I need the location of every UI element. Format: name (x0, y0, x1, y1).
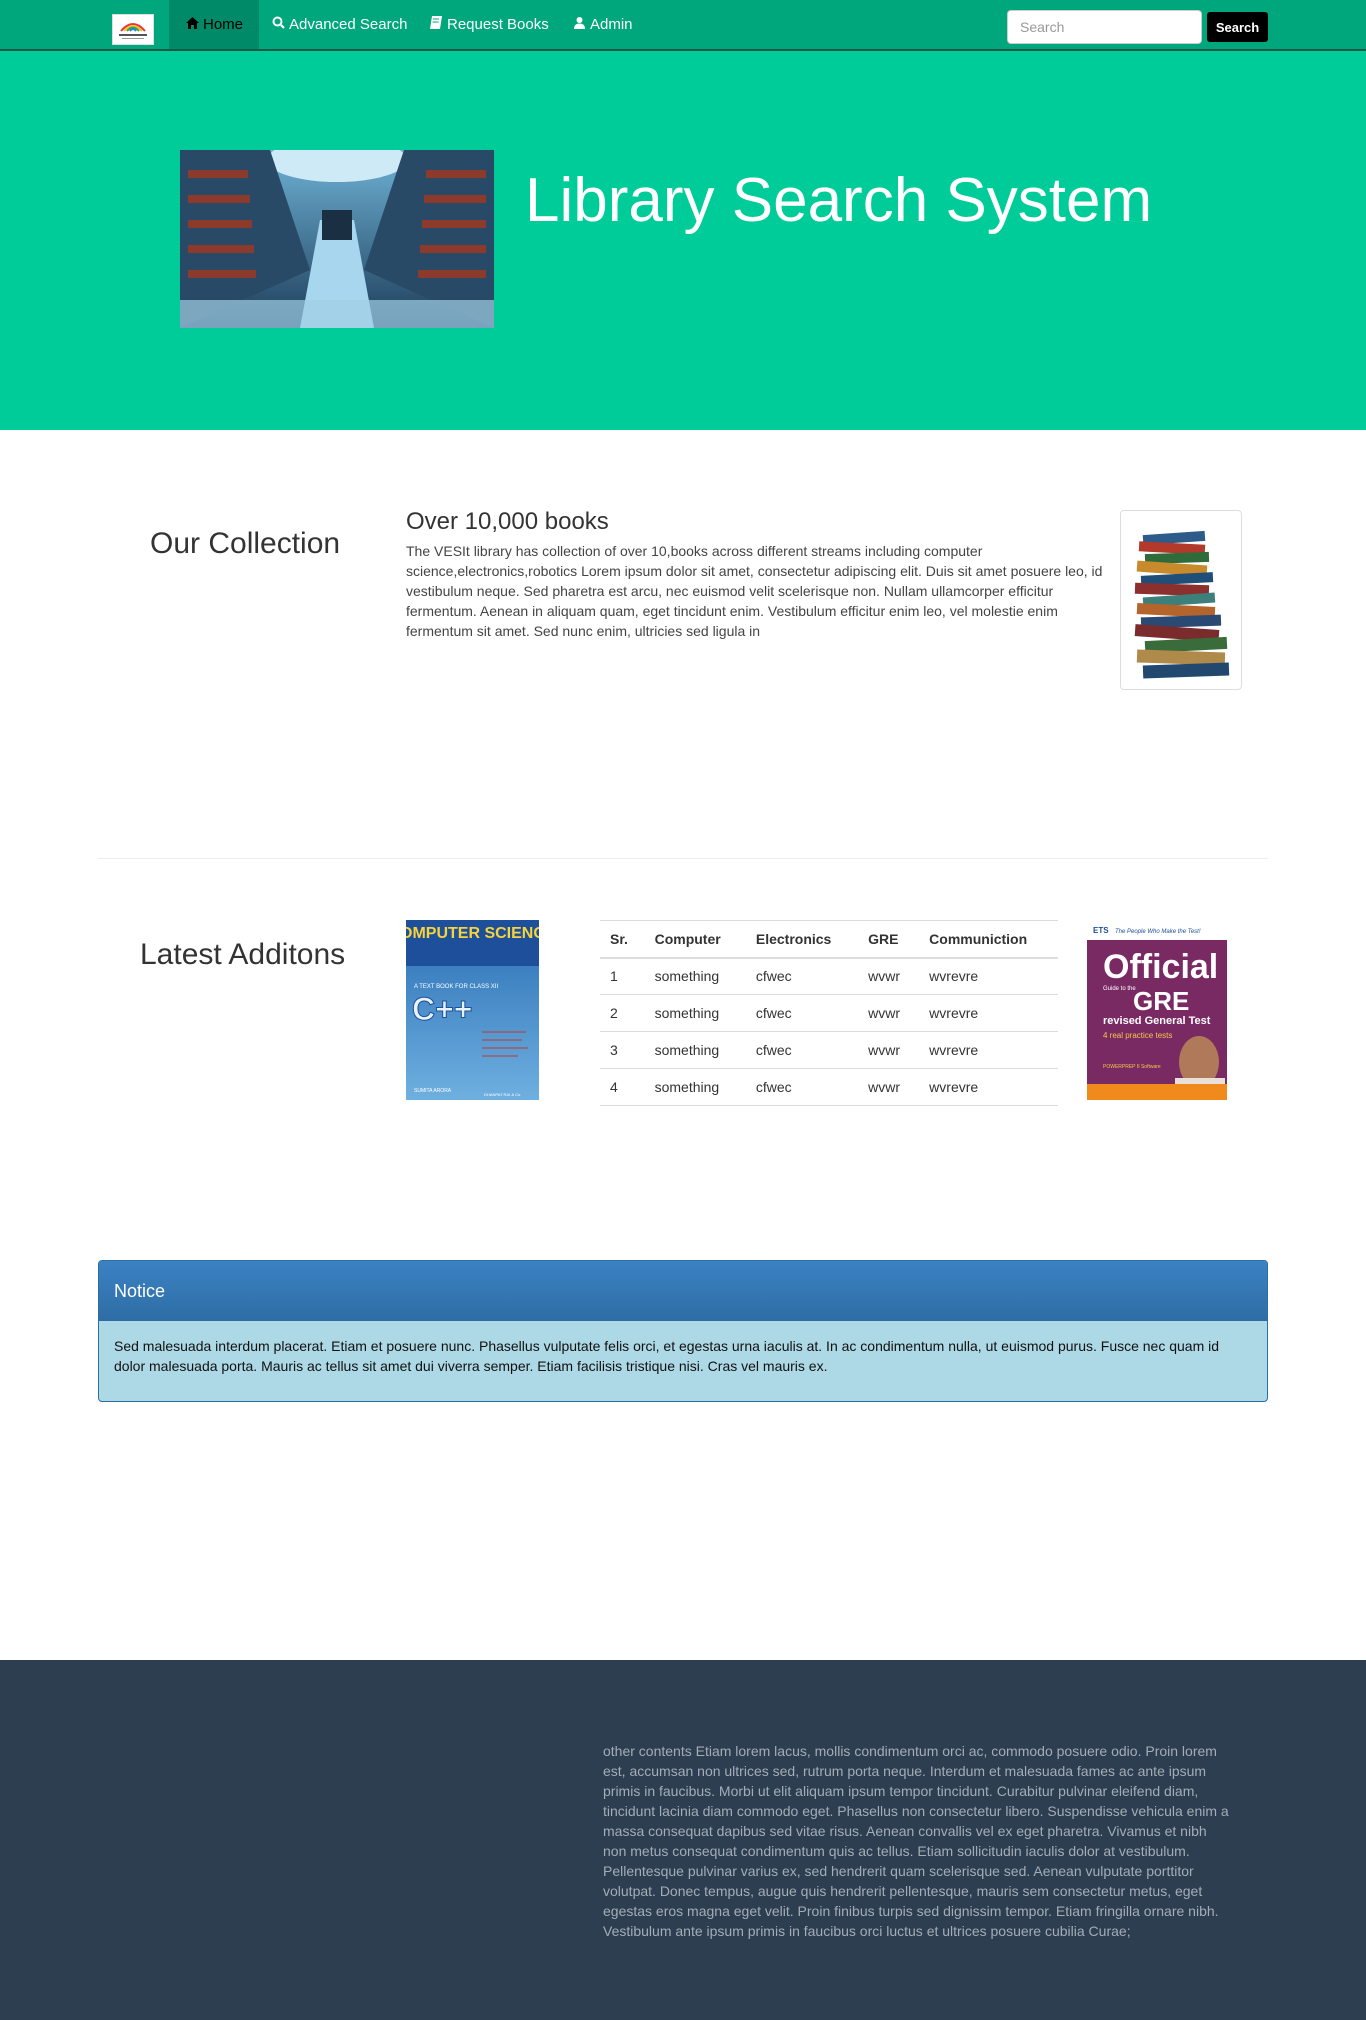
svg-text:SUMITA ARORA: SUMITA ARORA (414, 1088, 452, 1094)
table-cell: cfwec (745, 957, 859, 995)
nav-home-label: Home (203, 16, 244, 33)
table-cell: wvwr (858, 994, 920, 1032)
nav-admin[interactable]: Admin (556, 0, 649, 49)
collection-subtitle: Over 10,000 books (406, 508, 609, 535)
svg-text:DHANPAT RAI & Co.: DHANPAT RAI & Co. (484, 1092, 521, 1097)
cover-computer-science[interactable]: COMPUTER SCIENCE A TEXT BOOK FOR CLASS X… (406, 920, 539, 1100)
header-communication: Communiction (919, 920, 1058, 959)
svg-text:The People Who Make the Test!: The People Who Make the Test! (1115, 929, 1201, 935)
table-cell: wvrevre (919, 957, 1058, 995)
notice-panel: Notice Sed malesuada interdum placerat. … (98, 1260, 1268, 1402)
user-icon (572, 0, 586, 49)
section-divider (98, 858, 1268, 859)
page-title: Library Search System (525, 166, 1153, 235)
table-cell: cfwec (745, 994, 859, 1032)
table-row: 3 something cfwec wvwr wvrevre (600, 1031, 1058, 1069)
nav-request-books[interactable]: Request Books (413, 0, 565, 49)
nav-advanced-search-label: Advanced Search (289, 16, 408, 33)
svg-text:POWERPREP II Software: POWERPREP II Software (1103, 1064, 1161, 1070)
table-cell: wvrevre (919, 1068, 1058, 1106)
latest-heading: Latest Additons (140, 938, 346, 971)
table-cell: wvrevre (919, 994, 1058, 1032)
header-electronics: Electronics (745, 920, 859, 959)
svg-text:GRE: GRE (1133, 986, 1189, 1016)
brand-logo[interactable] (112, 14, 154, 45)
table-cell: something (644, 1031, 746, 1069)
header-sr: Sr. (600, 920, 645, 959)
table-cell: 3 (600, 1031, 645, 1069)
table-cell: 2 (600, 994, 645, 1032)
svg-text:COMPUTER SCIENCE: COMPUTER SCIENCE (406, 925, 539, 942)
search-icon (271, 0, 285, 49)
table-cell: wvwr (858, 1031, 920, 1069)
nav-advanced-search[interactable]: Advanced Search (255, 0, 423, 49)
search-input[interactable] (1007, 10, 1202, 44)
table-cell: something (644, 1068, 746, 1106)
collection-heading: Our Collection (150, 527, 341, 560)
svg-text:A TEXT BOOK FOR CLASS XII: A TEXT BOOK FOR CLASS XII (414, 984, 498, 990)
table-cell: cfwec (745, 1031, 859, 1069)
svg-text:4 real practice tests: 4 real practice tests (1103, 1031, 1172, 1040)
navbar: Home Advanced Search Request Books Admin… (0, 0, 1366, 51)
nav-home[interactable]: Home (169, 0, 260, 49)
collection-description: The VESIt library has collection of over… (406, 543, 1103, 639)
header-computer: Computer (644, 920, 746, 959)
table-cell: cfwec (745, 1068, 859, 1106)
table-row: 2 something cfwec wvwr wvrevre (600, 994, 1058, 1032)
svg-text:ETS: ETS (1093, 926, 1109, 935)
home-icon (185, 0, 199, 49)
cover-official-gre[interactable]: ETS The People Who Make the Test! Offici… (1087, 920, 1227, 1100)
table-cell: something (644, 957, 746, 995)
svg-text:C++: C++ (412, 991, 472, 1027)
table-cell: something (644, 994, 746, 1032)
svg-text:revised General Test: revised General Test (1103, 1015, 1211, 1027)
svg-text:Guide to the: Guide to the (1103, 986, 1136, 992)
footer-text: other contents Etiam lorem lacus, mollis… (603, 1743, 1229, 1939)
hero-section: Library Search System (0, 51, 1366, 430)
nav-request-books-label: Request Books (447, 16, 549, 33)
header-gre: GRE (858, 920, 920, 959)
library-hall-image (180, 150, 494, 328)
nav-admin-label: Admin (590, 16, 633, 33)
search-button[interactable]: Search (1207, 12, 1268, 42)
table-header-row: Sr. Computer Electronics GRE Communictio… (600, 920, 1058, 959)
svg-text:Official: Official (1103, 948, 1218, 986)
table-row: 1 something cfwec wvwr wvrevre (600, 957, 1058, 995)
table-cell: wvwr (858, 957, 920, 995)
notice-body: Sed malesuada interdum placerat. Etiam e… (114, 1338, 1220, 1374)
table-cell: wvrevre (919, 1031, 1058, 1069)
notice-title: Notice (99, 1261, 1267, 1321)
table-cell: 1 (600, 957, 645, 995)
footer: other contents Etiam lorem lacus, mollis… (0, 1660, 1366, 2020)
table-cell: wvwr (858, 1068, 920, 1106)
table-cell: 4 (600, 1068, 645, 1106)
book-icon (429, 0, 443, 49)
book-stack-image (1120, 510, 1242, 690)
latest-additions-table: Sr. Computer Electronics GRE Communictio… (600, 920, 1058, 1106)
table-row: 4 something cfwec wvwr wvrevre (600, 1068, 1058, 1106)
